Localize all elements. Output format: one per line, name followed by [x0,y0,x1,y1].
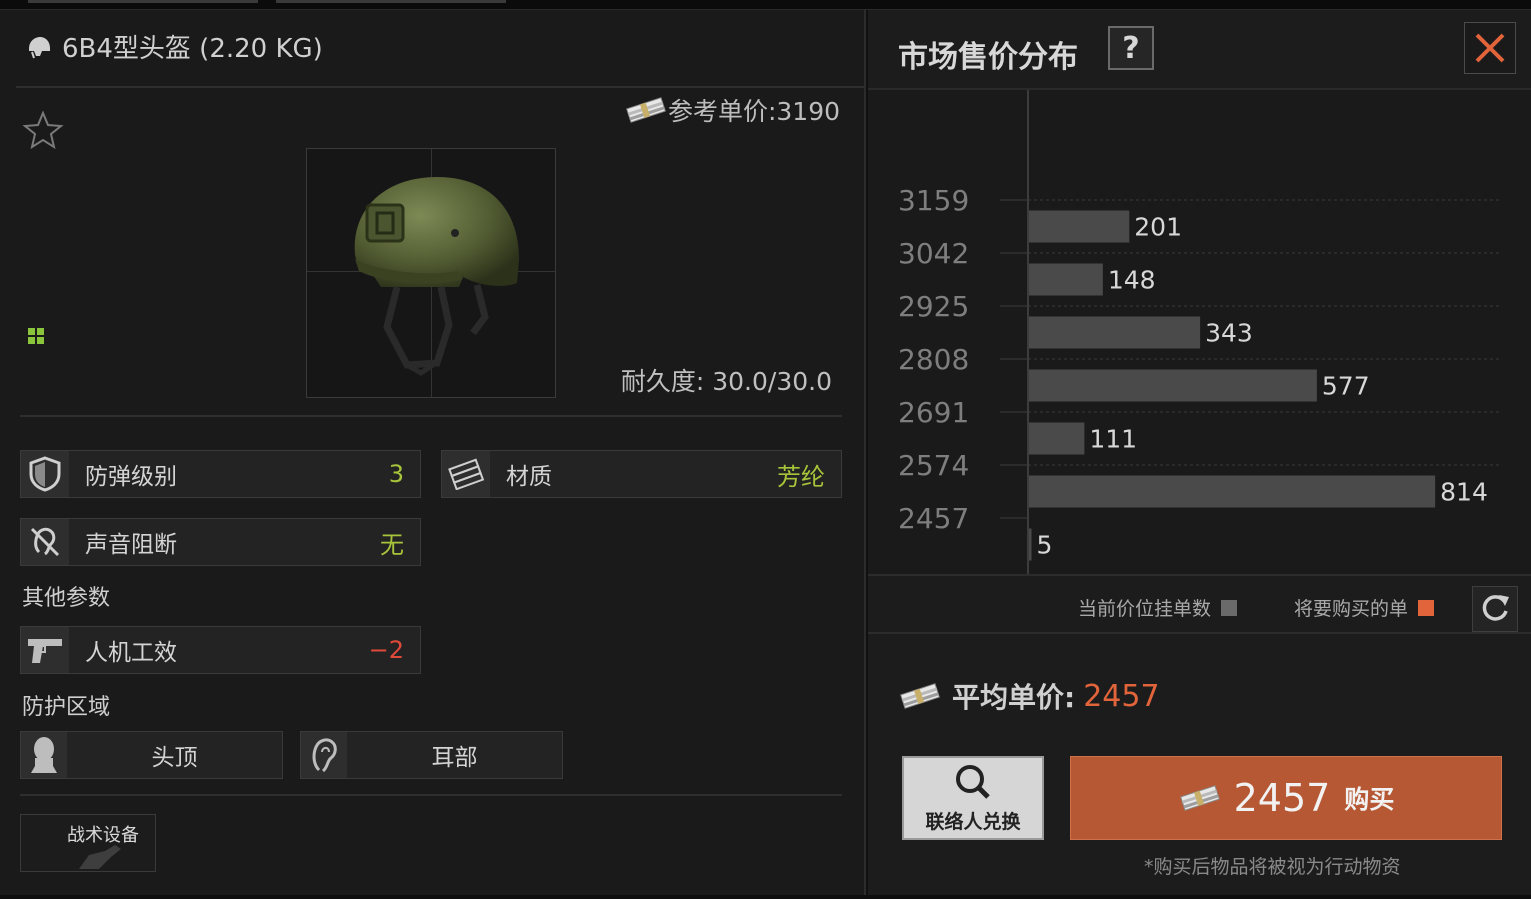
zone-label: 耳部 [431,745,478,771]
legend-current-label: 当前价位挂单数 [1078,598,1212,620]
money-stack-icon [1179,785,1220,811]
tab-indicator [276,0,506,3]
legend-buy: 将要购买的单 [1294,594,1435,621]
legend-buy-label: 将要购买的单 [1294,598,1409,620]
zone-ears: 耳部 [300,731,563,779]
legend-current-swatch [1221,599,1238,616]
shield-icon [21,451,69,497]
reference-price: 参考单价:3190 [624,94,840,126]
close-icon [1475,33,1505,63]
legend-buy-swatch [1418,599,1435,616]
market-title: 市场售价分布 [898,40,1078,75]
help-button[interactable]: ? [1108,26,1154,70]
contact-exchange-label: 联络人兑换 [925,810,1021,833]
item-title: 6B4型头盔 (2.20 KG) [62,34,323,64]
money-stack-icon [900,683,940,709]
material-icon [442,451,490,497]
pistol-icon [21,627,69,673]
chart-bar [1029,422,1085,455]
chart-tick-label: 2457 [898,502,969,535]
chart-bar-label: 5 [1036,531,1052,560]
average-price-row: 平均单价: 2457 [898,676,1160,716]
chart-bar [1029,263,1103,296]
head-icon [21,732,67,778]
top-bar [0,0,1531,10]
item-title-row: 6B4型头盔 (2.20 KG) [16,10,866,88]
tactical-device-icon [79,845,121,869]
chart-bar [1029,475,1436,508]
stat-label: 人机工效 [85,640,177,666]
chart-bar [1029,316,1201,349]
chart-bar-label: 814 [1440,478,1488,507]
bottom-bar [0,895,1531,899]
chart-bar-label: 577 [1322,372,1370,401]
chart-bar [1029,210,1130,243]
chart-bar-label: 201 [1134,213,1182,242]
chart-legend: 当前价位挂单数 将要购买的单 [868,574,1531,634]
helmet-icon [29,37,50,59]
buy-price: 2457 [1233,776,1331,820]
chart-bar-label: 343 [1205,319,1253,348]
chart-bar [1029,369,1317,402]
section-protect-zones: 防护区域 [22,695,111,720]
stat-label: 材质 [506,464,552,490]
chart-bar-label: 148 [1108,266,1156,295]
search-icon [956,764,990,799]
reference-price-text: 参考单价:3190 [667,97,840,126]
chart-tick-label: 2925 [898,290,969,323]
legend-current: 当前价位挂单数 [1078,594,1238,621]
chart-tick-label: 2691 [898,396,969,429]
chart-tick-label: 3159 [898,184,969,217]
divider [20,794,842,796]
refresh-icon [1482,595,1509,621]
stat-label: 声音阻断 [85,532,177,558]
chart-tick-label: 3042 [898,237,969,270]
favorite-star-icon[interactable] [22,110,64,150]
average-price-value: 2457 [1083,678,1160,714]
ear-icon [301,732,347,778]
grid-size-icon [28,328,44,344]
section-other-params: 其他参数 [22,586,111,611]
contact-exchange-button[interactable]: 联络人兑换 [902,756,1044,840]
helmet-item-image [354,177,519,376]
refresh-button[interactable] [1472,586,1518,632]
divider [20,415,842,417]
durability-text: 耐久度: 30.0/30.0 [620,367,832,396]
market-panel: 市场售价分布 ? 3159 3042 2925 2808 2691 2574 2457 201… [868,10,1531,895]
stat-value: 无 [380,530,404,559]
stat-value: 3 [388,460,404,488]
close-button[interactable] [1464,22,1516,74]
item-detail-panel: 6B4型头盔 (2.20 KG) 参考单价:3190 耐久度: 30.0/30.… [0,10,866,895]
money-stack-icon [626,97,666,123]
buy-button[interactable]: 2457 购买 [1070,756,1502,840]
zone-label: 头顶 [151,745,198,771]
buy-label: 购买 [1344,785,1395,814]
chart-bar-label: 111 [1089,425,1137,454]
stat-value: −2 [368,636,404,664]
tab-indicator [28,0,258,3]
stat-label: 防弹级别 [85,464,177,490]
stat-material: 材质 芳纶 [441,450,842,498]
tactical-slot[interactable]: 战术设备 [20,814,156,872]
chart-tick-label: 2808 [898,343,969,376]
average-price-label: 平均单价: [952,681,1076,714]
muted-ear-icon [21,519,69,565]
chart-tick-label: 2574 [898,449,969,482]
purchase-footnote: *购买后物品将被视为行动物资 [1144,856,1401,878]
chart-svg: 3159 3042 2925 2808 2691 2574 2457 201 148 343 577… [898,90,1502,574]
item-image-frame[interactable] [306,148,556,398]
stat-value: 芳纶 [777,462,825,491]
price-distribution-chart: 3159 3042 2925 2808 2691 2574 2457 201 148 343 577… [868,90,1531,574]
zone-head-top: 头顶 [20,731,283,779]
stat-armor-class: 防弹级别 3 [20,450,421,498]
chart-bar [1029,528,1032,561]
stat-ergonomics: 人机工效 −2 [20,626,421,674]
stat-sound-block: 声音阻断 无 [20,518,421,566]
